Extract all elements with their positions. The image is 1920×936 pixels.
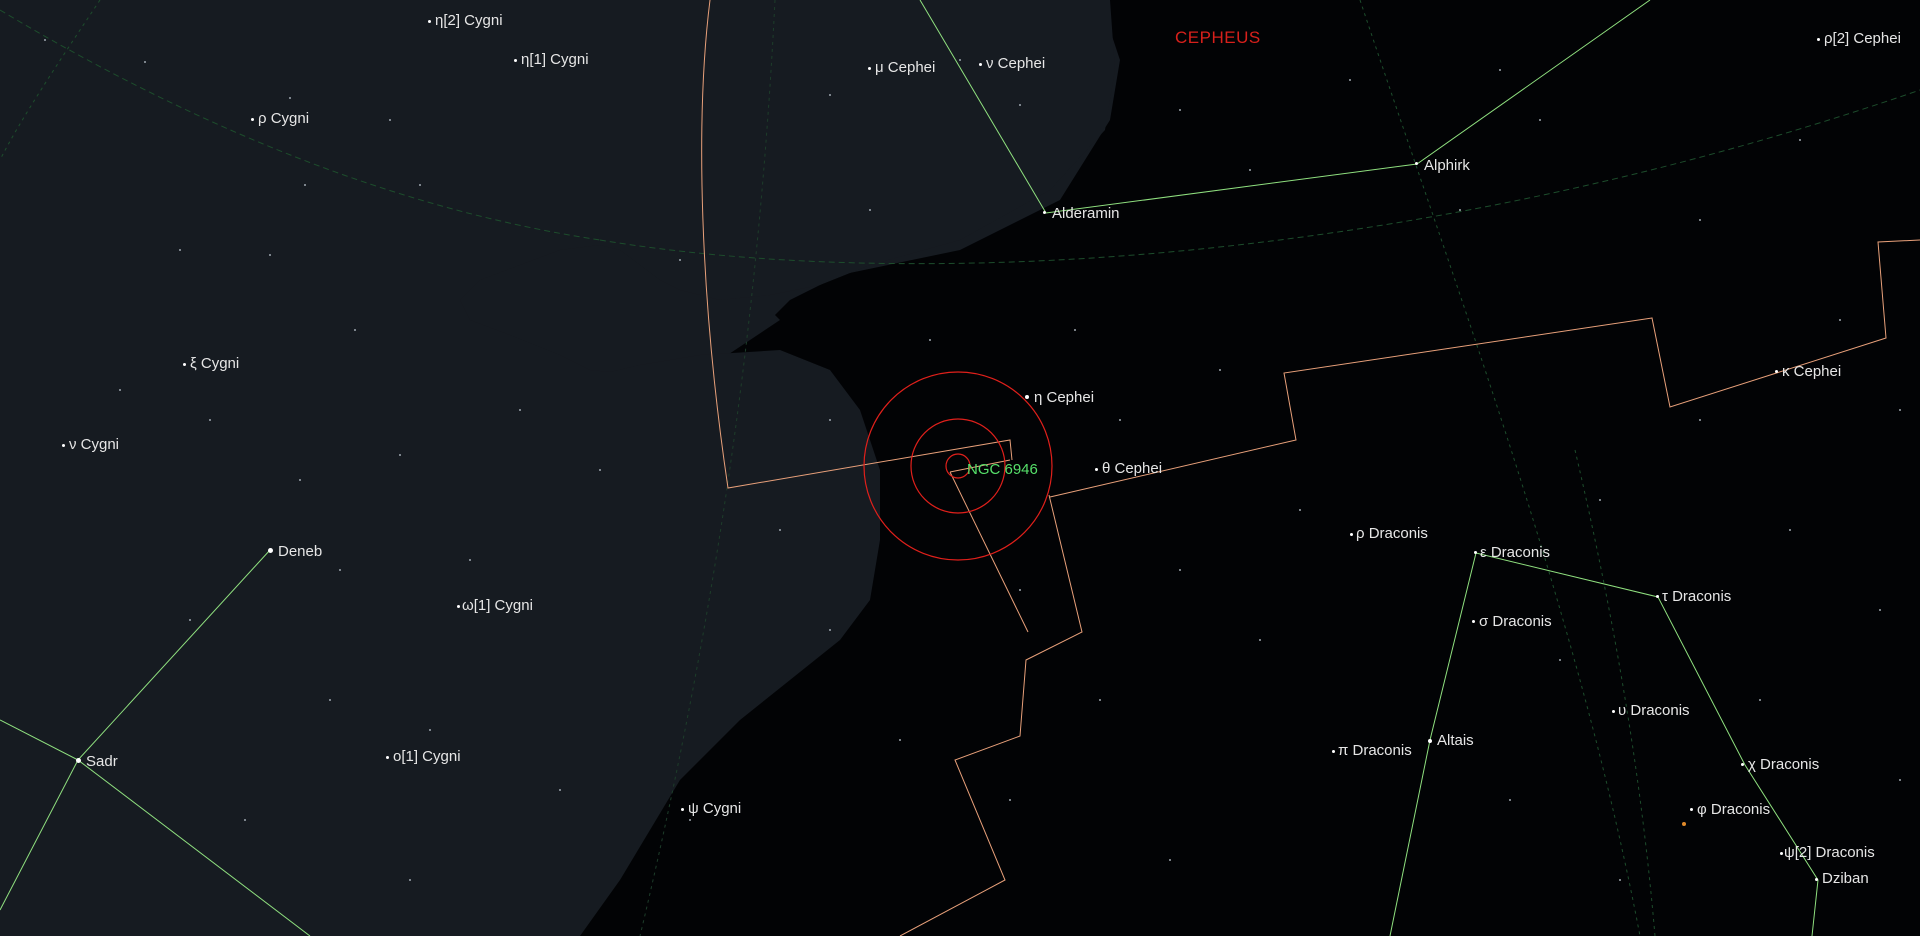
- star-deneb[interactable]: [268, 548, 273, 553]
- star-eta-cephei[interactable]: [1025, 395, 1029, 399]
- star-xi-cygni[interactable]: [183, 363, 186, 366]
- star-sadr[interactable]: [76, 758, 81, 763]
- star-label-psi2-draconis: ψ[2] Draconis: [1784, 844, 1875, 861]
- star-label-dziban: Dziban: [1822, 870, 1869, 887]
- star-label-sadr: Sadr: [86, 753, 118, 770]
- orange-star: [1682, 822, 1686, 826]
- sky-chart[interactable]: CEPHEUS NGC 6946 η[2] Cygni η[1] Cygni ρ…: [0, 0, 1920, 936]
- grid-line: [1359, 0, 1641, 936]
- star-psi-cygni[interactable]: [681, 808, 684, 811]
- target-label-ngc6946[interactable]: NGC 6946: [967, 461, 1038, 478]
- star-rho-draconis[interactable]: [1350, 533, 1353, 536]
- star-label-deneb: Deneb: [278, 543, 323, 560]
- star-label-alphirk: Alphirk: [1424, 157, 1470, 174]
- star-label-altais: Altais: [1437, 732, 1474, 749]
- milky-way-main: [0, 0, 1115, 936]
- star-label-psi-cygni: ψ Cygni: [688, 800, 742, 817]
- star-theta-cephei[interactable]: [1095, 468, 1098, 471]
- star-label-upsilon-draconis: υ Draconis: [1618, 702, 1690, 719]
- star-label-epsilon-draconis: ε Draconis: [1480, 544, 1551, 561]
- star-epsilon-draconis[interactable]: [1474, 551, 1477, 554]
- star-nu-cygni[interactable]: [62, 444, 65, 447]
- star-label-rho-draconis: ρ Draconis: [1356, 525, 1428, 542]
- star-kappa-cephei[interactable]: [1775, 370, 1778, 373]
- star-label-tau-draconis: τ Draconis: [1662, 588, 1732, 605]
- star-label-omega1-cygni: ω[1] Cygni: [462, 597, 533, 614]
- star-mu-cephei[interactable]: [868, 67, 871, 70]
- star-pi-draconis[interactable]: [1332, 750, 1335, 753]
- star-dziban[interactable]: [1815, 878, 1818, 881]
- star-altais[interactable]: [1428, 739, 1432, 743]
- constellation-label-cepheus: CEPHEUS: [1175, 28, 1261, 47]
- star-rho-cygni[interactable]: [251, 118, 254, 121]
- star-alphirk[interactable]: [1415, 162, 1418, 165]
- star-upsilon-draconis[interactable]: [1612, 710, 1615, 713]
- star-label-pi-draconis: π Draconis: [1338, 742, 1412, 759]
- star-sigma-draconis[interactable]: [1472, 620, 1475, 623]
- grid-line: [1574, 449, 1656, 936]
- star-alderamin[interactable]: [1043, 211, 1046, 214]
- star-label-o1-cygni: o[1] Cygni: [393, 748, 461, 765]
- star-omega1-cygni[interactable]: [457, 605, 460, 608]
- star-label-theta-cephei: θ Cephei: [1102, 460, 1163, 477]
- star-label-phi-draconis: φ Draconis: [1697, 801, 1771, 818]
- star-psi2-draconis[interactable]: [1780, 852, 1783, 855]
- star-nu-cephei[interactable]: [979, 63, 982, 66]
- star-label-rho-cygni: ρ Cygni: [258, 110, 310, 127]
- star-eta1-cygni[interactable]: [514, 59, 517, 62]
- star-label-rho2-cephei: ρ[2] Cephei: [1824, 30, 1901, 47]
- star-phi-draconis[interactable]: [1690, 808, 1693, 811]
- star-label-alderamin: Alderamin: [1052, 205, 1120, 222]
- star-label-eta-cephei: η Cephei: [1034, 389, 1095, 406]
- star-tau-draconis[interactable]: [1656, 595, 1659, 598]
- star-label-nu-cephei: ν Cephei: [986, 55, 1046, 72]
- star-o1-cygni[interactable]: [386, 756, 389, 759]
- star-label-sigma-draconis: σ Draconis: [1479, 613, 1552, 630]
- star-eta2-cygni[interactable]: [428, 20, 431, 23]
- star-label-mu-cephei: μ Cephei: [875, 59, 936, 76]
- star-label-kappa-cephei: κ Cephei: [1782, 363, 1842, 380]
- sky-canvas[interactable]: [0, 0, 1920, 936]
- star-label-nu-cygni: ν Cygni: [69, 436, 120, 453]
- star-label-chi-draconis: χ Draconis: [1748, 756, 1820, 773]
- star-label-eta2-cygni: η[2] Cygni: [435, 12, 503, 29]
- star-rho2-cephei[interactable]: [1817, 38, 1820, 41]
- star-label-eta1-cygni: η[1] Cygni: [521, 51, 589, 68]
- star-label-xi-cygni: ξ Cygni: [190, 355, 240, 372]
- star-chi-draconis[interactable]: [1741, 763, 1744, 766]
